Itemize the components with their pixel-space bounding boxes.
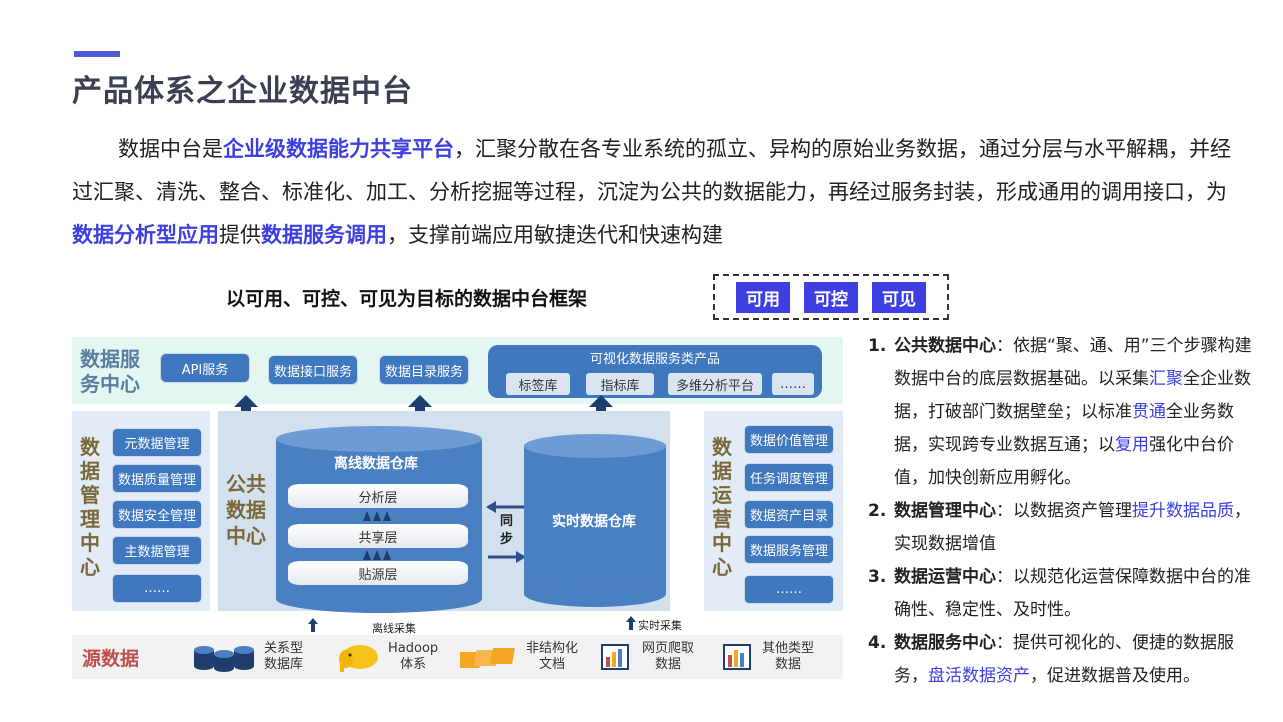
layer-arrows-icon	[363, 511, 391, 521]
note-heading: 数据管理中心	[894, 501, 996, 521]
source-item-web: 网页爬取 数据	[598, 639, 694, 675]
source-label: 非结构化	[526, 641, 579, 656]
visual-products-title: 可视化数据服务类产品	[589, 352, 720, 367]
operations-item: 数据服务管理	[744, 535, 834, 564]
visual-item-olap: 多维分析平台	[668, 373, 762, 395]
source-label: Hadoop	[388, 641, 439, 656]
web-chart-icon	[601, 644, 629, 670]
hadoop-elephant-icon	[339, 645, 378, 672]
operations-item: ……	[744, 575, 834, 604]
warehouse-layer-shared: 共享层	[288, 524, 468, 548]
note-number: 3.	[868, 567, 887, 587]
offline-warehouse-label: 离线数据仓库	[334, 456, 418, 472]
management-center: 数据管理中心 元数据管理 数据质量管理 数据安全管理 主数据管理 ……	[72, 411, 210, 611]
intro-text-1: 数据中台是	[118, 137, 223, 161]
visual-products-group: 可视化数据服务类产品 标签库 指标库 多维分析平台 ……	[488, 345, 822, 398]
database-icon	[194, 646, 254, 672]
intro-highlight-3: 数据服务调用	[261, 223, 387, 247]
note-highlight: 提升数据品质	[1132, 501, 1234, 521]
goals-box: 可用 可控 可见	[713, 274, 949, 320]
note-text: ，促进数据普及使用。	[1030, 666, 1200, 686]
note-number: 4.	[868, 633, 887, 653]
page-title: 产品体系之企业数据中台	[72, 74, 413, 109]
note-item: 1. 公共数据中心：依据“聚、通、用”三个步骤构建数据中台的底层数据基础。以采集汇…	[868, 330, 1258, 495]
source-label: 数据	[775, 657, 802, 672]
intro-text-4: ，支撑前端应用敏捷迭代和快速构建	[387, 223, 723, 247]
source-data-title: 源数据	[82, 648, 140, 670]
realtime-warehouse-label: 实时数据仓库	[552, 514, 636, 530]
intro-highlight-1: 企业级数据能力共享平台	[223, 137, 454, 161]
goal-badge: 可见	[872, 281, 926, 313]
offline-collect-label: 离线采集	[372, 622, 416, 635]
management-item: ……	[112, 574, 202, 603]
source-data-row: 源数据 关系型 数据库 Hadoop 体系 非结构化 文档 网页爬取 数据 其他…	[72, 635, 843, 679]
intro-highlight-2: 数据分析型应用	[72, 223, 219, 247]
title-accent-bar	[74, 51, 120, 57]
note-highlight: 贯通	[1132, 402, 1166, 422]
note-number: 1.	[868, 336, 887, 356]
note-text: ：以数据资产管理	[996, 501, 1132, 521]
service-item-catalog: 数据目录服务	[379, 355, 469, 385]
realtime-collect-label: 实时采集	[638, 619, 682, 632]
documents-icon	[460, 648, 515, 668]
note-heading: 数据运营中心	[894, 567, 996, 587]
source-label: 网页爬取	[642, 641, 695, 656]
service-item-interface: 数据接口服务	[268, 355, 358, 385]
sync-arrow-right-icon	[488, 551, 526, 563]
source-label: 数据库	[264, 657, 304, 672]
notes-list: 1. 公共数据中心：依据“聚、通、用”三个步骤构建数据中台的底层数据基础。以采集汇…	[868, 330, 1258, 693]
source-item-documents: 非结构化 文档	[460, 639, 578, 675]
operations-center-title: 数据运营中心	[712, 435, 732, 579]
source-label: 数据	[655, 657, 682, 672]
note-heading: 公共数据中心	[894, 336, 996, 356]
service-item-api: API服务	[160, 353, 250, 383]
management-item: 数据质量管理	[112, 464, 202, 493]
public-center-title: 公共数据中心	[226, 472, 266, 548]
sync-arrow-left-icon	[486, 501, 524, 513]
operations-item: 数据价值管理	[744, 425, 834, 454]
source-label: 关系型	[264, 641, 304, 656]
service-center: 数据服务中心 API服务 数据接口服务 数据目录服务 可视化数据服务类产品 标签…	[72, 337, 843, 404]
source-item-database: 关系型 数据库	[192, 639, 303, 675]
management-item: 元数据管理	[112, 428, 202, 457]
source-label: 文档	[539, 657, 566, 672]
management-item: 数据安全管理	[112, 500, 202, 529]
warehouse-layer-source: 贴源层	[288, 561, 468, 585]
collect-arrow-icon	[626, 616, 636, 630]
sync-label: 同步	[500, 514, 514, 547]
management-center-title: 数据管理中心	[80, 435, 100, 579]
collect-arrow-icon	[308, 618, 318, 632]
intro-text-3: 提供	[219, 223, 261, 247]
visual-item-more: ……	[772, 373, 814, 395]
warehouse-layer-analysis: 分析层	[288, 484, 468, 508]
framework-diagram: 数据服务中心 API服务 数据接口服务 数据目录服务 可视化数据服务类产品 标签…	[72, 333, 843, 680]
note-item: 3. 数据运营中心：以规范化运营保障数据中台的准确性、稳定性、及时性。	[868, 561, 1258, 627]
note-number: 2.	[868, 501, 887, 521]
operations-item: 任务调度管理	[744, 463, 834, 492]
goal-badge: 可控	[804, 281, 858, 313]
note-highlight: 盘活数据资产	[928, 666, 1030, 686]
framework-title: 以可用、可控、可见为目标的数据中台框架	[226, 288, 588, 310]
note-highlight: 汇聚	[1149, 369, 1183, 389]
note-item: 4. 数据服务中心：提供可视化的、便捷的数据服务，盘活数据资产，促进数据普及使用。	[868, 627, 1258, 693]
goal-badge: 可用	[736, 281, 790, 313]
visual-item-metrics: 指标库	[586, 373, 654, 395]
management-item: 主数据管理	[112, 536, 202, 565]
note-highlight: 复用	[1115, 435, 1149, 455]
operations-center: 数据运营中心 数据价值管理 任务调度管理 数据资产目录 数据服务管理 ……	[704, 411, 843, 611]
service-center-title: 数据服务中心	[80, 347, 140, 396]
source-item-hadoop: Hadoop 体系	[336, 639, 438, 675]
source-label: 体系	[400, 657, 427, 672]
note-heading: 数据服务中心	[894, 633, 996, 653]
note-item: 2. 数据管理中心：以数据资产管理提升数据品质，实现数据增值	[868, 495, 1258, 561]
intro-paragraph: 数据中台是企业级数据能力共享平台，汇聚分散在各专业系统的孤立、异构的原始业务数据…	[72, 128, 1232, 257]
source-label: 其他类型	[762, 641, 815, 656]
other-chart-icon	[723, 644, 751, 670]
visual-item-tags: 标签库	[506, 373, 570, 395]
operations-item: 数据资产目录	[744, 500, 834, 529]
layer-arrows-icon	[363, 550, 391, 560]
source-item-other: 其他类型 数据	[720, 639, 814, 675]
